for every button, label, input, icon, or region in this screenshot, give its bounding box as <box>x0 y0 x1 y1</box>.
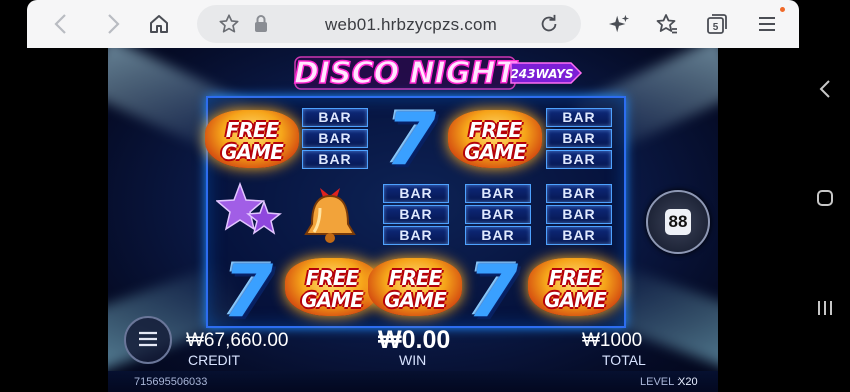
triple-bar-symbol: BAR BAR BAR <box>546 108 612 171</box>
home-icon[interactable] <box>145 10 173 38</box>
autoplay-count: 88 <box>665 209 691 235</box>
credit-label: CREDIT <box>188 352 241 368</box>
url-text: web01.hrbzycpzs.com <box>325 15 497 34</box>
game-logo: DISCO NIGHT 243WAYS <box>293 55 583 91</box>
menu-icon[interactable] <box>753 7 785 38</box>
free-game-symbol: FREE GAME <box>446 106 544 172</box>
golden-bell-symbol <box>304 188 356 243</box>
browser-toolbar: web01.hrbzycpzs.com 5 <box>27 0 799 48</box>
recents-icon[interactable] <box>813 296 837 320</box>
seven-symbol: 7 <box>222 249 274 333</box>
game-title: DISCO NIGHT <box>294 56 519 91</box>
triple-bar-symbol: BAR BAR BAR <box>302 108 368 171</box>
level-value: X20 <box>678 376 698 388</box>
win-value: ₩0.00 <box>378 326 451 354</box>
forward-arrow-icon[interactable] <box>99 10 127 38</box>
tab-count: 5 <box>713 22 719 33</box>
game-menu-button[interactable] <box>124 316 172 364</box>
reload-icon[interactable] <box>535 10 563 38</box>
triple-bar-symbol: BAR BAR BAR <box>465 184 531 247</box>
total-bet-value[interactable]: ₩1000 <box>582 330 642 352</box>
seven-symbol: 7 <box>467 249 519 333</box>
session-id: 715695506033 <box>134 376 208 388</box>
game-footer: 715695506033 LEVEL : X20 <box>108 371 718 392</box>
free-game-symbol: FREE GAME <box>203 106 301 172</box>
lock-icon <box>247 10 275 38</box>
win-label: WIN <box>399 352 427 368</box>
back-icon[interactable] <box>813 77 837 101</box>
ways-label: 243WAYS <box>510 67 573 81</box>
seven-symbol: 7 <box>385 97 437 181</box>
total-label: TOTAL <box>602 352 646 368</box>
tabs-icon[interactable]: 5 <box>703 10 731 38</box>
home-square-icon[interactable] <box>813 186 837 210</box>
back-arrow-icon[interactable] <box>47 10 75 38</box>
bookmarks-icon[interactable] <box>653 10 681 38</box>
sparkle-icon[interactable] <box>605 10 633 38</box>
triple-bar-symbol: BAR BAR BAR <box>383 184 449 247</box>
free-game-symbol: FREE GAME <box>366 254 464 320</box>
star-icon[interactable] <box>215 10 243 38</box>
level-label: LEVEL : <box>640 376 680 388</box>
free-game-symbol: FREE GAME <box>526 254 624 320</box>
slot-game[interactable]: DISCO NIGHT 243WAYS FREE GAME BAR BAR BAR … <box>108 48 718 392</box>
credit-value: ₩67,660.00 <box>186 330 289 351</box>
android-nav-bar <box>800 0 850 392</box>
notification-dot <box>780 7 785 12</box>
purple-stars-symbol <box>216 181 282 235</box>
hamburger-icon <box>139 331 157 347</box>
triple-bar-symbol: BAR BAR BAR <box>546 184 612 247</box>
autoplay-button[interactable]: 88 <box>646 190 710 254</box>
url-bar[interactable]: web01.hrbzycpzs.com <box>197 5 581 43</box>
